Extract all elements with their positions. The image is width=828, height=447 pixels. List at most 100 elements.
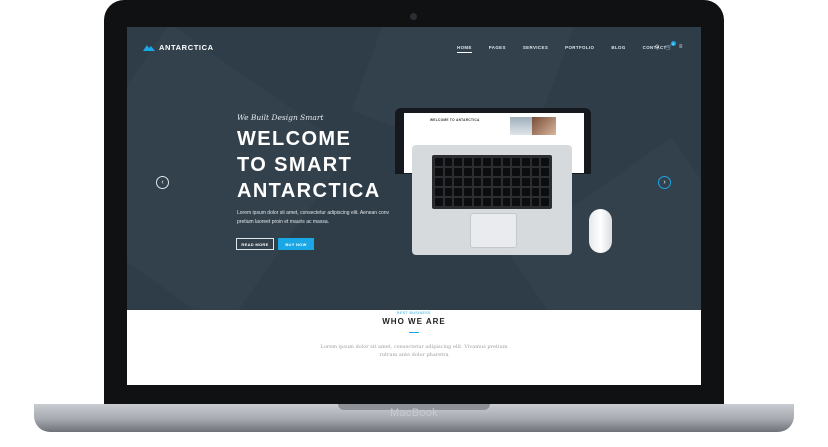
keyboard-key <box>463 178 472 186</box>
keyboard-key <box>454 168 462 176</box>
camera-dot <box>410 13 417 20</box>
cart-badge: 0 <box>670 41 676 46</box>
keyboard-key <box>502 188 511 196</box>
header-icons: ⚲ 🛒 0 ≡ <box>655 41 683 51</box>
keyboard-key <box>492 168 501 176</box>
keyboard-key <box>444 158 453 166</box>
section-title: WHO WE ARE <box>382 317 446 326</box>
keyboard-key <box>502 158 511 166</box>
mountain-icon <box>143 45 155 51</box>
keyboard-key <box>521 178 530 186</box>
slider-prev-arrow[interactable]: ‹ <box>156 176 169 189</box>
chevron-left-icon: ‹ <box>161 179 164 186</box>
keyboard-key <box>521 198 530 206</box>
keyboard-key <box>435 178 443 186</box>
keyboard-key <box>531 188 540 196</box>
keyboard-key <box>444 168 453 176</box>
keyboard-key <box>512 158 520 166</box>
keyboard-key <box>463 188 472 196</box>
keyboard-key <box>463 158 472 166</box>
keyboard-key <box>502 168 511 176</box>
hero-title-line-2: TO SMART <box>237 154 353 176</box>
keyboard-key <box>521 158 530 166</box>
nav-pages[interactable]: PAGES <box>489 45 506 53</box>
menu-icon[interactable]: ≡ <box>679 44 683 51</box>
keyboard-key <box>483 178 491 186</box>
keyboard-key <box>483 188 491 196</box>
keyboard-key <box>483 198 491 206</box>
section-divider <box>409 332 419 333</box>
keyboard-key <box>512 188 520 196</box>
keyboard-key <box>531 178 540 186</box>
logo-text: ANTARCTICA <box>159 43 214 52</box>
nav-services[interactable]: SERVICES <box>523 45 548 53</box>
section-text-line: Lorem ipsum dolor sit amet, consectetur … <box>320 344 508 350</box>
buy-now-button[interactable]: BUY NOW <box>278 238 314 250</box>
keyboard-key <box>531 198 540 206</box>
keyboard-key <box>531 158 540 166</box>
nav-home[interactable]: HOME <box>457 45 472 53</box>
keyboard-key <box>473 198 482 206</box>
keyboard-key <box>492 178 501 186</box>
keyboard-key <box>483 168 491 176</box>
keyboard-key <box>435 188 443 196</box>
read-more-button[interactable]: READ MORE <box>236 238 274 250</box>
keyboard-key <box>463 168 472 176</box>
keyboard-key <box>444 198 453 206</box>
keyboard-key <box>483 158 491 166</box>
keyboard-key <box>541 188 549 196</box>
mini-photo <box>532 117 556 135</box>
main-nav: HOME PAGES SERVICES PORTFOLIO BLOG CONTA… <box>457 45 684 53</box>
keyboard-key <box>454 158 462 166</box>
mini-page-title: WELCOME TO ANTARCTICA <box>430 118 480 122</box>
keyboard-key <box>473 178 482 186</box>
keyboard-key <box>531 168 540 176</box>
keyboard-key <box>473 188 482 196</box>
keyboard-key <box>541 198 549 206</box>
keyboard-key <box>502 198 511 206</box>
keyboard-key <box>435 198 443 206</box>
keyboard-key <box>512 178 520 186</box>
device-label: MacBook <box>390 407 438 419</box>
keyboard-key <box>541 158 549 166</box>
keyboard-key <box>492 188 501 196</box>
hero-section: ANTARCTICA HOME PAGES SERVICES PORTFOLIO… <box>127 27 701 310</box>
keyboard-key <box>512 198 520 206</box>
hero-title-line-3: ANTARCTICA <box>237 180 381 202</box>
slider-next-arrow[interactable]: › <box>658 176 671 189</box>
keyboard-key <box>492 198 501 206</box>
keyboard-key <box>492 158 501 166</box>
logo[interactable]: ANTARCTICA <box>143 43 214 52</box>
keyboard-key <box>454 178 462 186</box>
keyboard-key <box>463 198 472 206</box>
nav-portfolio[interactable]: PORTFOLIO <box>565 45 594 53</box>
keyboard-key <box>454 188 462 196</box>
hero-title-line-1: WELCOME <box>237 128 352 150</box>
cart-icon[interactable]: 🛒 0 <box>665 41 676 51</box>
mouse-illustration <box>589 209 612 253</box>
keyboard-key <box>521 168 530 176</box>
hero-kicker: We Built Design Smart <box>237 113 324 122</box>
keyboard-key <box>473 168 482 176</box>
laptop-illustration-touchpad <box>470 213 517 248</box>
keyboard-key <box>444 178 453 186</box>
laptop-illustration-keyboard <box>432 155 552 209</box>
keyboard-key <box>512 168 520 176</box>
nav-blog[interactable]: BLOG <box>611 45 625 53</box>
search-icon[interactable]: ⚲ <box>655 44 659 51</box>
keyboard-key <box>454 198 462 206</box>
keyboard-key <box>541 178 549 186</box>
keyboard-key <box>435 168 443 176</box>
screen: ANTARCTICA HOME PAGES SERVICES PORTFOLIO… <box>127 27 701 385</box>
hero-description: Lorem ipsum dolor sit amet, consectetur … <box>237 210 390 225</box>
keyboard-key <box>502 178 511 186</box>
section-text-line: rutrum ante dolor pharetra <box>379 352 449 358</box>
keyboard-key <box>444 188 453 196</box>
section-kicker: BEST BUSINESS <box>397 311 431 315</box>
keyboard-key <box>521 188 530 196</box>
chevron-right-icon: › <box>663 179 666 186</box>
keyboard-key <box>473 158 482 166</box>
mini-photo <box>510 117 532 135</box>
keyboard-key <box>435 158 443 166</box>
keyboard-key <box>541 168 549 176</box>
